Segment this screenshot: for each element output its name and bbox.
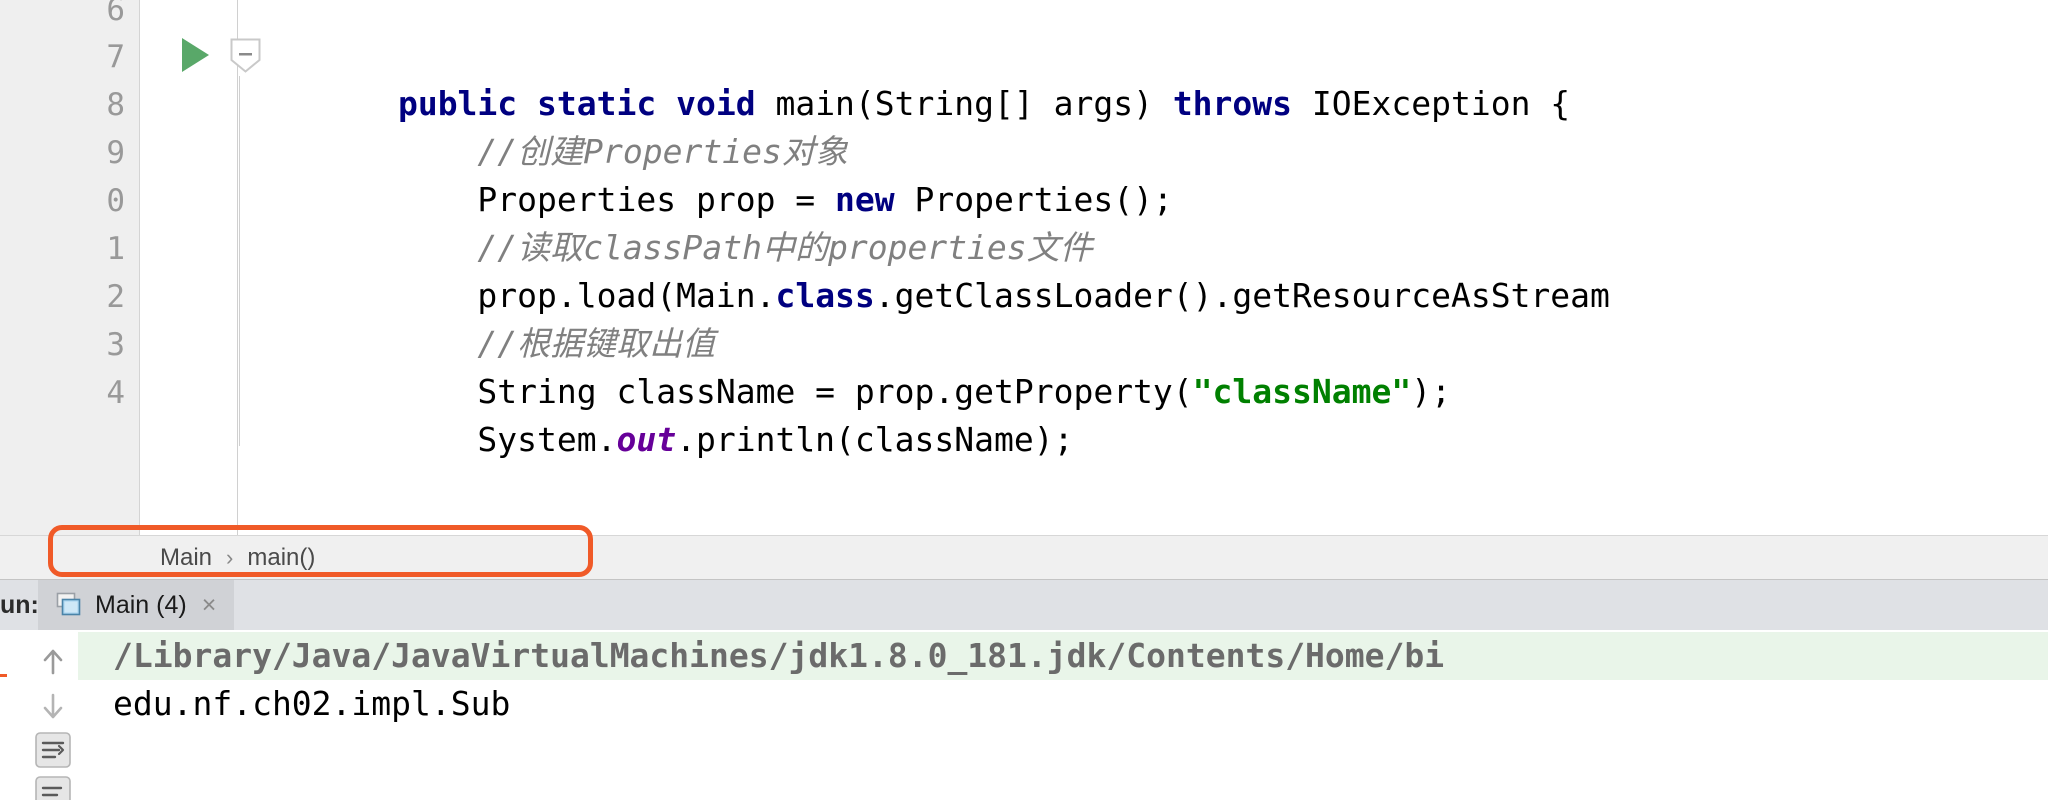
token-static-field: out xyxy=(616,420,677,459)
console-text-area[interactable]: /Library/Java/JavaVirtualMachines/jdk1.8… xyxy=(78,630,2048,800)
line-number: 1 xyxy=(106,231,125,267)
code-line-9[interactable]: Properties prop = new Properties(); xyxy=(239,128,1172,219)
print-icon[interactable] xyxy=(33,774,73,800)
breadcrumb-item-method[interactable]: main() xyxy=(247,544,315,572)
code-line-8[interactable]: //创建Properties对象 xyxy=(239,80,847,171)
code-line-14[interactable]: System.out.println(className); xyxy=(239,368,1073,459)
token-text: .getClassLoader().getResourceAsStream xyxy=(874,276,1610,315)
line-number: 0 xyxy=(106,183,125,219)
run-tab-label: Main (4) xyxy=(95,590,187,619)
console-output-line: edu.nf.ch02.impl.Sub xyxy=(113,684,511,723)
run-toolwindow-label: un: xyxy=(0,590,38,619)
line-number: 4 xyxy=(106,375,125,411)
breadcrumb-item-class[interactable]: Main xyxy=(160,544,212,572)
line-number: 8 xyxy=(106,87,125,123)
run-console[interactable]: /Library/Java/JavaVirtualMachines/jdk1.8… xyxy=(0,630,2048,800)
run-configuration-icon xyxy=(54,592,82,618)
line-number: 3 xyxy=(106,327,125,363)
console-strip-mark xyxy=(0,674,7,677)
ide-window: 6 7 8 9 0 1 2 3 4 public static void mai… xyxy=(0,0,2048,800)
console-command-line: /Library/Java/JavaVirtualMachines/jdk1.8… xyxy=(78,632,2048,680)
scroll-up-icon[interactable] xyxy=(33,642,73,682)
code-text-area[interactable]: public static void main(String[] args) t… xyxy=(239,0,2048,535)
code-line-11[interactable]: prop.load(Main.class.getClassLoader().ge… xyxy=(239,224,1609,315)
token-keyword: throws xyxy=(1172,84,1312,123)
token-text: IOException { xyxy=(1311,84,1571,123)
line-number: 7 xyxy=(106,39,125,75)
code-editor[interactable]: 6 7 8 9 0 1 2 3 4 public static void mai… xyxy=(0,0,2048,535)
editor-gutter[interactable]: 6 7 8 9 0 1 2 3 4 xyxy=(0,0,140,535)
code-line-13[interactable]: String className = prop.getProperty("cla… xyxy=(239,320,1451,411)
console-left-strip xyxy=(0,630,26,800)
token-text: ); xyxy=(1411,372,1451,411)
token-text: .println(className); xyxy=(676,420,1074,459)
code-line-10[interactable]: //读取classPath中的properties文件 xyxy=(239,176,1092,267)
breadcrumb: Main › main() xyxy=(0,535,2048,580)
token-keyword: class xyxy=(775,276,875,315)
run-play-icon[interactable] xyxy=(182,38,209,72)
close-icon[interactable]: × xyxy=(202,591,217,620)
run-toolwindow-header: un: Main (4) × xyxy=(0,580,2048,630)
scroll-down-icon[interactable] xyxy=(33,686,73,726)
code-line-7[interactable]: public static void main(String[] args) t… xyxy=(239,32,1570,123)
line-number: 6 xyxy=(106,0,125,28)
run-tab-main[interactable]: Main (4) × xyxy=(38,580,235,630)
console-toolbar[interactable] xyxy=(26,630,78,800)
token-string: "className" xyxy=(1192,372,1412,411)
editor-gutter-icons xyxy=(140,0,261,535)
chevron-right-icon: › xyxy=(226,544,234,570)
code-line-12[interactable]: //根据键取出值 xyxy=(239,272,715,363)
token-text: System. xyxy=(397,420,617,459)
line-number: 2 xyxy=(106,279,125,315)
soft-wrap-icon[interactable] xyxy=(33,730,73,770)
line-number: 9 xyxy=(106,135,125,171)
